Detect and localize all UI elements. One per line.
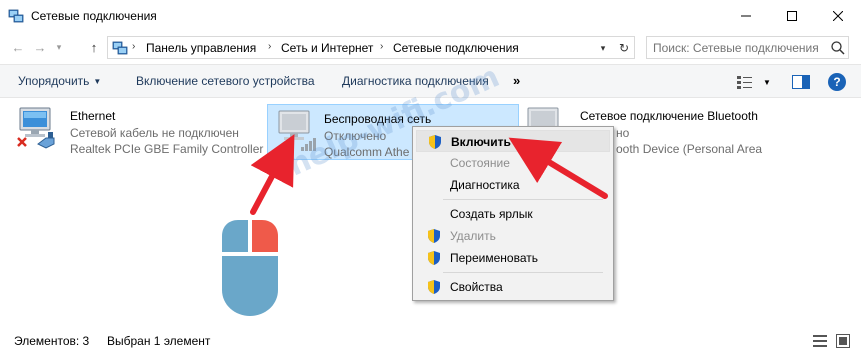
view-options-dropdown[interactable]: ▼ [763, 72, 771, 92]
connection-status: Сетевой кабель не подключен [70, 126, 239, 140]
refresh-button[interactable]: ↻ [615, 39, 633, 57]
search-input[interactable] [653, 39, 828, 57]
connection-name: Ethernet [70, 109, 116, 123]
diagnose-connection-button[interactable]: Диагностика подключения [342, 74, 489, 88]
details-view-icon[interactable] [813, 334, 827, 348]
large-icons-view-icon[interactable] [836, 334, 850, 348]
address-bar: ← → ▾ ↑ › Панель управления › Сеть и Инт… [0, 33, 861, 61]
menu-separator [443, 199, 603, 200]
chevron-down-icon: ▾ [600, 42, 606, 53]
network-connections-icon [8, 9, 24, 23]
menu-item-label: Удалить [450, 229, 496, 243]
breadcrumb-network-internet[interactable]: Сеть и Интернет [281, 41, 373, 55]
arrow-right-icon: → [33, 39, 47, 55]
breadcrumb-control-panel[interactable]: Панель управления [146, 41, 256, 55]
minimize-button[interactable] [723, 0, 769, 32]
enable-device-button[interactable]: Включение сетевого устройства [136, 74, 315, 88]
menu-item-label: Свойства [450, 280, 503, 294]
close-icon [833, 11, 843, 21]
chevron-down-icon: ▼ [93, 77, 102, 86]
connection-device: ooth Device (Personal Area [616, 142, 763, 156]
arrow-up-icon: ↑ [90, 39, 98, 55]
minimize-icon [741, 15, 751, 17]
items-count: Элементов: 3 [14, 334, 90, 348]
breadcrumb-network-connections[interactable]: Сетевые подключения [393, 41, 519, 55]
organize-button[interactable]: Упорядочить ▼ [18, 74, 101, 88]
view-details-icon [737, 76, 752, 89]
connection-name: Сетевое подключение Bluetooth [580, 109, 758, 123]
maximize-button[interactable] [769, 0, 815, 32]
up-button[interactable]: ↑ [84, 37, 104, 57]
forward-button[interactable]: → [30, 37, 50, 57]
preview-pane-button[interactable] [792, 72, 810, 92]
breadcrumb-separator-icon: › [132, 41, 136, 52]
back-button[interactable]: ← [8, 37, 28, 57]
menu-item-create-shortcut[interactable]: Создать ярлык [416, 203, 610, 225]
control-panel-icon [112, 41, 128, 55]
arrow-left-icon: ← [11, 39, 25, 55]
close-button[interactable] [815, 0, 861, 32]
connection-item-ethernet[interactable]: Ethernet Сетевой кабель не подключен Rea… [14, 102, 264, 158]
connection-status: но [616, 126, 630, 140]
chevron-down-icon: ▼ [763, 77, 771, 87]
menu-item-label: Диагностика [450, 178, 520, 192]
menu-item-properties[interactable]: Свойства [416, 276, 610, 298]
title-bar: Сетевые подключения [0, 0, 861, 32]
uac-shield-icon [429, 135, 441, 149]
menu-item-rename[interactable]: Переименовать [416, 247, 610, 269]
breadcrumb-separator-icon: › [268, 41, 272, 52]
recent-locations-button[interactable]: ▾ [52, 37, 66, 57]
selected-count: Выбран 1 элемент [107, 334, 211, 348]
menu-separator [443, 272, 603, 273]
chevron-down-icon: ▾ [56, 41, 62, 52]
address-dropdown-button[interactable]: ▾ [594, 39, 612, 57]
menu-item-label: Создать ярлык [450, 207, 533, 221]
menu-item-label: Состояние [450, 156, 510, 170]
maximize-icon [787, 11, 797, 21]
search-icon [831, 41, 845, 55]
search-box[interactable] [646, 36, 849, 59]
uac-shield-icon [428, 251, 440, 265]
menu-item-label: Включить [451, 135, 511, 149]
window-title: Сетевые подключения [31, 9, 157, 23]
breadcrumb-separator-icon: › [380, 41, 384, 52]
connection-device: Realtek PCIe GBE Family Controller [70, 142, 264, 156]
connection-status: Отключено [324, 129, 387, 143]
connection-device: Qualcomm Athe [324, 145, 410, 159]
uac-shield-icon [428, 280, 440, 294]
organize-label: Упорядочить [18, 74, 90, 88]
change-view-button[interactable] [737, 72, 753, 92]
help-icon: ? [833, 75, 841, 89]
status-bar: Элементов: 3 Выбран 1 элемент [0, 330, 861, 353]
context-menu: Включить Состояние Диагностика Создать я… [412, 126, 614, 301]
wireless-network-icon [278, 110, 316, 151]
breadcrumb[interactable]: › Панель управления › Сеть и Интернет › … [107, 36, 635, 59]
menu-item-status[interactable]: Состояние [416, 152, 610, 174]
menu-item-diagnose[interactable]: Диагностика [416, 174, 610, 196]
refresh-icon: ↻ [618, 41, 630, 55]
connection-name: Беспроводная сеть [324, 112, 432, 126]
preview-pane-icon [792, 75, 810, 89]
menu-item-label: Переименовать [450, 251, 538, 265]
help-button[interactable]: ? [828, 73, 846, 91]
uac-shield-icon [428, 229, 440, 243]
ethernet-disconnected-icon [17, 107, 55, 149]
menu-item-delete[interactable]: Удалить [416, 225, 610, 247]
more-commands-button[interactable]: » [513, 73, 520, 88]
menu-item-enable[interactable]: Включить [416, 130, 610, 152]
command-bar: Упорядочить ▼ Включение сетевого устройст… [0, 64, 861, 98]
